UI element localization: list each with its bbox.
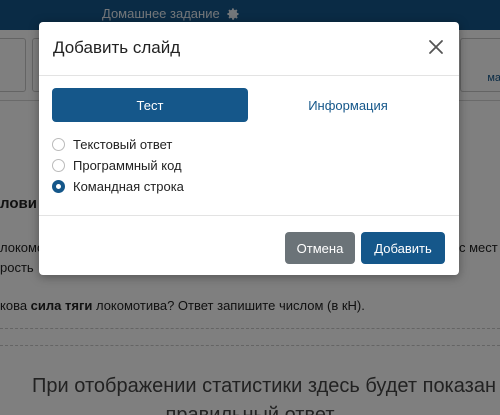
tab-information[interactable]: Информация <box>250 88 446 122</box>
cancel-button[interactable]: Отмена <box>285 232 355 264</box>
radio-button[interactable] <box>52 159 65 172</box>
option-text-answer[interactable]: Текстовый ответ <box>52 134 184 155</box>
dialog-header: Добавить слайд <box>39 22 459 76</box>
option-label: Командная строка <box>73 179 184 194</box>
add-button[interactable]: Добавить <box>361 232 445 264</box>
dialog-title: Добавить слайд <box>53 38 181 57</box>
option-program-code[interactable]: Программный код <box>52 155 184 176</box>
option-label: Текстовый ответ <box>73 137 173 152</box>
add-slide-dialog: Добавить слайд Тест Информация Текстовый… <box>39 22 459 275</box>
radio-button[interactable] <box>52 138 65 151</box>
option-label: Программный код <box>73 158 182 173</box>
close-icon[interactable] <box>426 37 446 57</box>
answer-type-options: Текстовый ответ Программный код Командна… <box>52 134 184 197</box>
slide-type-tabs: Тест Информация <box>52 88 446 122</box>
tab-test[interactable]: Тест <box>52 88 248 122</box>
dialog-footer: Отмена Добавить <box>39 215 459 275</box>
option-command-line[interactable]: Командная строка <box>52 176 184 197</box>
radio-button-checked[interactable] <box>52 180 65 193</box>
